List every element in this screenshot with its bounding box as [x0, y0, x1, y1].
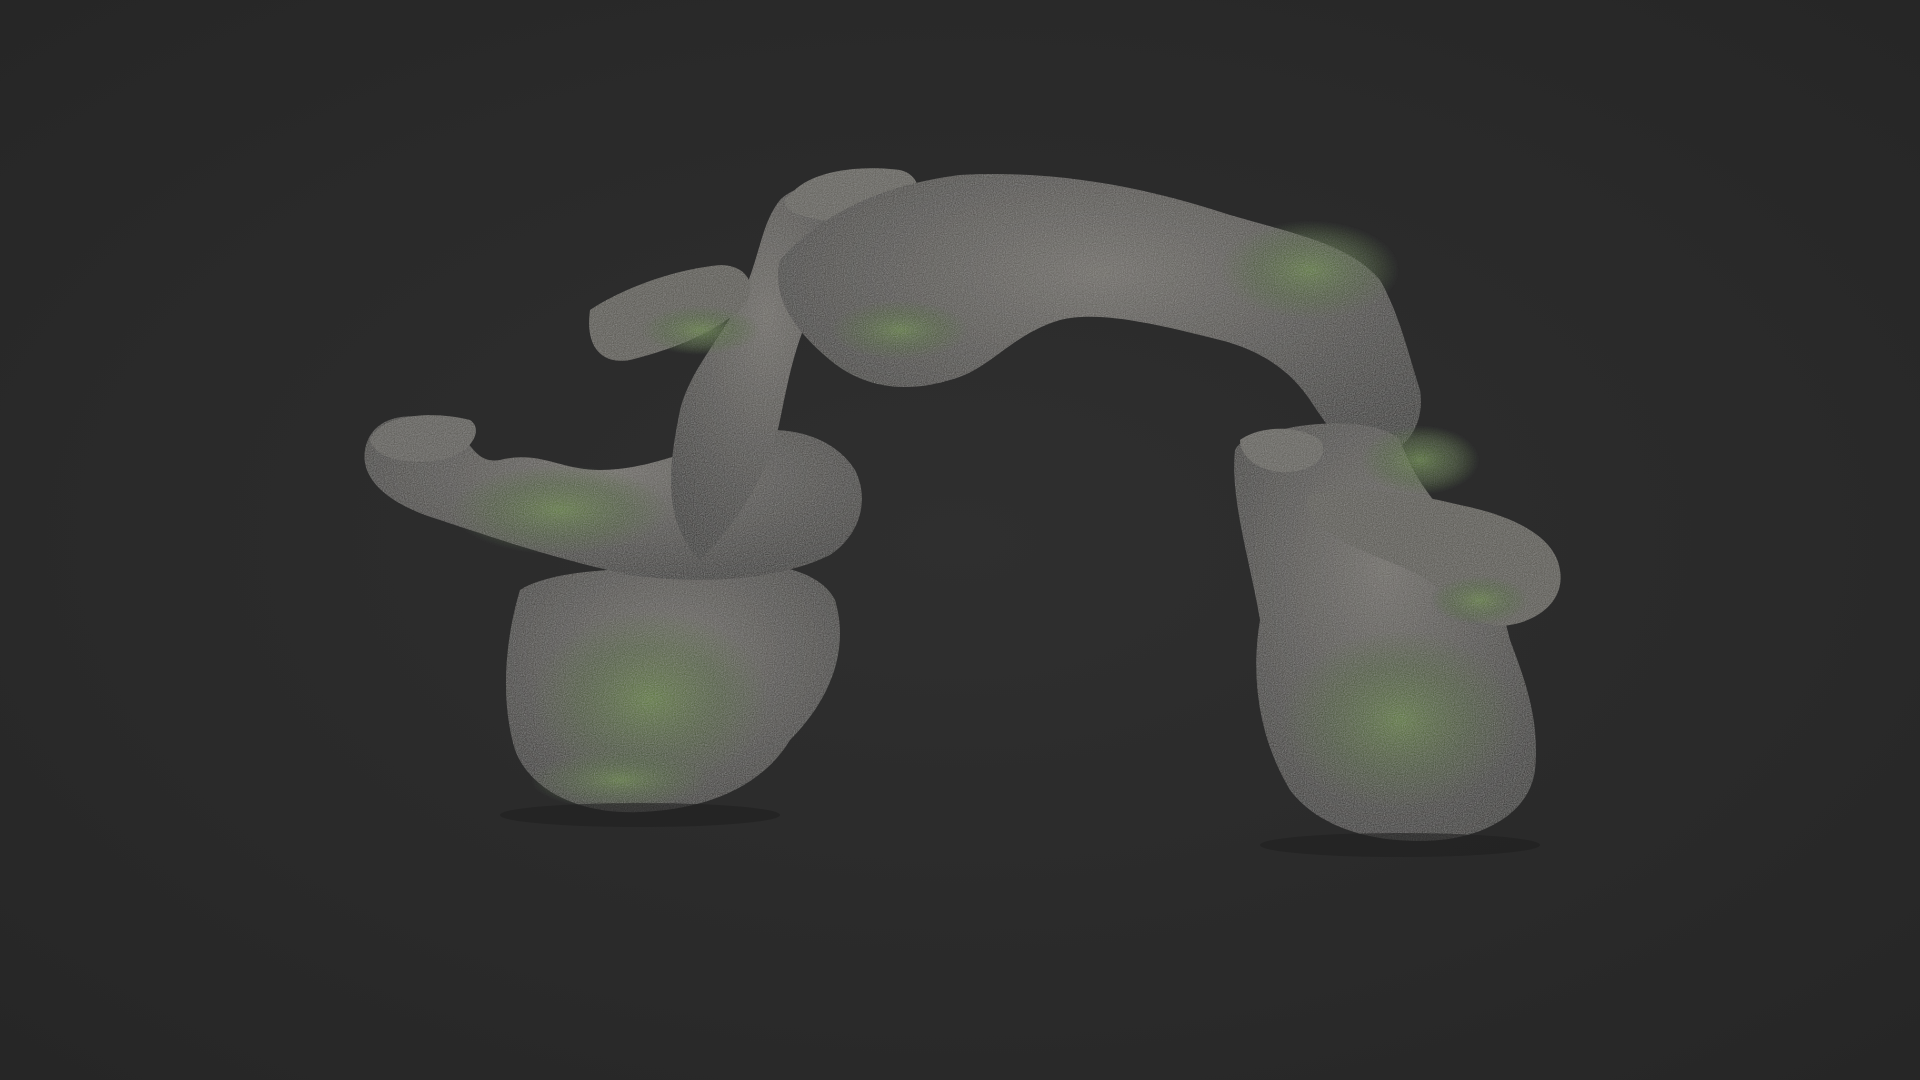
- rock-arch-model: [364, 168, 1561, 857]
- left-pillar: [505, 563, 840, 813]
- arch-span: [778, 174, 1421, 456]
- 3d-viewport[interactable]: [0, 0, 1920, 1080]
- left-pillar-shadow: [500, 803, 780, 827]
- left-arm: [364, 415, 862, 580]
- right-pillar: [1234, 423, 1536, 841]
- right-pillar-shadow: [1260, 833, 1540, 857]
